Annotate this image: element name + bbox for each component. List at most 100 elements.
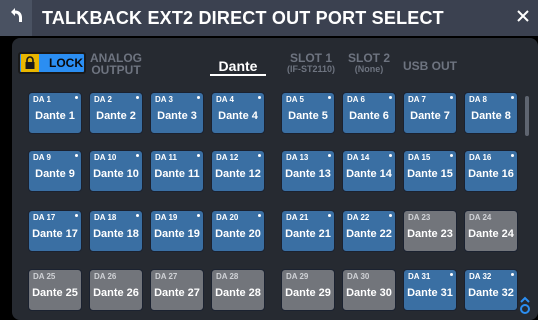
selected-indicator-icon	[75, 96, 78, 99]
port-name: Dante 29	[285, 287, 331, 299]
port-button-25[interactable]: DA 25 Dante 25	[28, 269, 82, 311]
tab-slot-1-line1: SLOT 1	[289, 51, 332, 65]
tab-slot-2-line1: SLOT 2	[347, 51, 390, 65]
tab-dante[interactable]: Dante	[210, 58, 266, 74]
selected-indicator-icon	[511, 273, 514, 276]
port-button-13[interactable]: DA 13 Dante 13	[281, 150, 335, 192]
selected-indicator-icon	[75, 214, 78, 217]
port-name: Dante 28	[215, 287, 261, 299]
port-button-9[interactable]: DA 9 Dante 9	[28, 150, 82, 192]
selected-indicator-icon	[197, 214, 200, 217]
port-button-21[interactable]: DA 21 Dante 21	[281, 210, 335, 252]
selected-indicator-icon	[389, 96, 392, 99]
port-button-14[interactable]: DA 14 Dante 14	[342, 150, 396, 192]
port-name: Dante 27	[154, 287, 200, 299]
port-name: Dante 25	[32, 287, 78, 299]
port-name: Dante 21	[285, 228, 331, 240]
port-button-22[interactable]: DA 22 Dante 22	[342, 210, 396, 252]
port-button-30[interactable]: DA 30 Dante 30	[342, 269, 396, 311]
port-tag: DA 16	[469, 153, 492, 162]
tab-dante-label: Dante	[218, 58, 258, 74]
selected-indicator-icon	[258, 96, 261, 99]
port-name: Dante 26	[93, 287, 139, 299]
port-button-26[interactable]: DA 26 Dante 26	[89, 269, 143, 311]
port-tag: DA 9	[33, 153, 51, 162]
port-tag: DA 19	[155, 213, 178, 222]
port-tag: DA 1	[33, 95, 51, 104]
port-button-32[interactable]: DA 32 Dante 32	[464, 269, 518, 311]
selected-indicator-icon	[389, 214, 392, 217]
port-name: Dante 24	[468, 228, 514, 240]
port-name: Dante 13	[285, 168, 331, 180]
port-button-23[interactable]: DA 23 Dante 23	[403, 210, 457, 252]
port-tag: DA 28	[216, 272, 239, 281]
selected-indicator-icon	[197, 154, 200, 157]
port-tag: DA 30	[347, 272, 370, 281]
port-tag: DA 25	[33, 272, 56, 281]
back-arrow-icon	[7, 7, 25, 30]
tab-slot-2[interactable]: SLOT 2 (None)	[342, 52, 396, 74]
selected-indicator-icon	[511, 96, 514, 99]
port-tag: DA 3	[155, 95, 173, 104]
scrollbar-thumb[interactable]	[525, 96, 529, 136]
port-tag: DA 6	[347, 95, 365, 104]
port-button-11[interactable]: DA 11 Dante 11	[150, 150, 204, 192]
selected-indicator-icon	[450, 273, 453, 276]
port-name: Dante 2	[96, 110, 136, 122]
port-button-28[interactable]: DA 28 Dante 28	[211, 269, 265, 311]
close-button[interactable]	[508, 0, 538, 36]
tab-analog-output-line2: OUTPUT	[91, 63, 141, 77]
port-tag: DA 24	[469, 213, 492, 222]
port-button-17[interactable]: DA 17 Dante 17	[28, 210, 82, 252]
port-name: Dante 1	[35, 110, 75, 122]
port-button-16[interactable]: DA 16 Dante 16	[464, 150, 518, 192]
port-button-2[interactable]: DA 2 Dante 2	[89, 92, 143, 134]
port-button-3[interactable]: DA 3 Dante 3	[150, 92, 204, 134]
port-tag: DA 11	[155, 153, 177, 162]
port-button-29[interactable]: DA 29 Dante 29	[281, 269, 335, 311]
port-name: Dante 8	[471, 110, 511, 122]
port-button-12[interactable]: DA 12 Dante 12	[211, 150, 265, 192]
port-button-6[interactable]: DA 6 Dante 6	[342, 92, 396, 134]
port-tag: DA 26	[94, 272, 117, 281]
tab-slot-1[interactable]: SLOT 1 (IF-ST2110)	[276, 52, 346, 74]
port-tag: DA 23	[408, 213, 431, 222]
port-button-15[interactable]: DA 15 Dante 15	[403, 150, 457, 192]
port-button-19[interactable]: DA 19 Dante 19	[150, 210, 204, 252]
port-button-31[interactable]: DA 31 Dante 31	[403, 269, 457, 311]
port-button-4[interactable]: DA 4 Dante 4	[211, 92, 265, 134]
selected-indicator-icon	[136, 214, 139, 217]
port-tag: DA 27	[155, 272, 178, 281]
port-name: Dante 32	[468, 287, 514, 299]
tab-usb-out[interactable]: USB OUT	[400, 60, 460, 72]
port-button-10[interactable]: DA 10 Dante 10	[89, 150, 143, 192]
port-name: Dante 15	[407, 168, 453, 180]
selected-indicator-icon	[197, 96, 200, 99]
back-button[interactable]	[0, 0, 32, 36]
port-name: Dante 17	[32, 228, 78, 240]
port-name: Dante 30	[346, 287, 392, 299]
port-button-1[interactable]: DA 1 Dante 1	[28, 92, 82, 134]
port-tag: DA 5	[286, 95, 304, 104]
lock-button[interactable]: LOCK	[18, 52, 86, 74]
selected-indicator-icon	[328, 154, 331, 157]
port-tag: DA 31	[408, 272, 431, 281]
port-button-5[interactable]: DA 5 Dante 5	[281, 92, 335, 134]
port-button-27[interactable]: DA 27 Dante 27	[150, 269, 204, 311]
port-button-20[interactable]: DA 20 Dante 20	[211, 210, 265, 252]
tab-analog-output[interactable]: ANALOG OUTPUT	[88, 52, 144, 76]
port-tag: DA 22	[347, 213, 370, 222]
port-tag: DA 32	[469, 272, 492, 281]
tab-usb-out-label: USB OUT	[403, 59, 457, 73]
port-tag: DA 18	[94, 213, 117, 222]
port-name: Dante 16	[468, 168, 514, 180]
lock-label: LOCK	[49, 56, 83, 70]
port-button-8[interactable]: DA 8 Dante 8	[464, 92, 518, 134]
port-button-7[interactable]: DA 7 Dante 7	[403, 92, 457, 134]
port-button-24[interactable]: DA 24 Dante 24	[464, 210, 518, 252]
port-tag: DA 12	[216, 153, 239, 162]
port-name: Dante 9	[35, 168, 75, 180]
selected-indicator-icon	[389, 154, 392, 157]
port-name: Dante 23	[407, 228, 453, 240]
port-button-18[interactable]: DA 18 Dante 18	[89, 210, 143, 252]
